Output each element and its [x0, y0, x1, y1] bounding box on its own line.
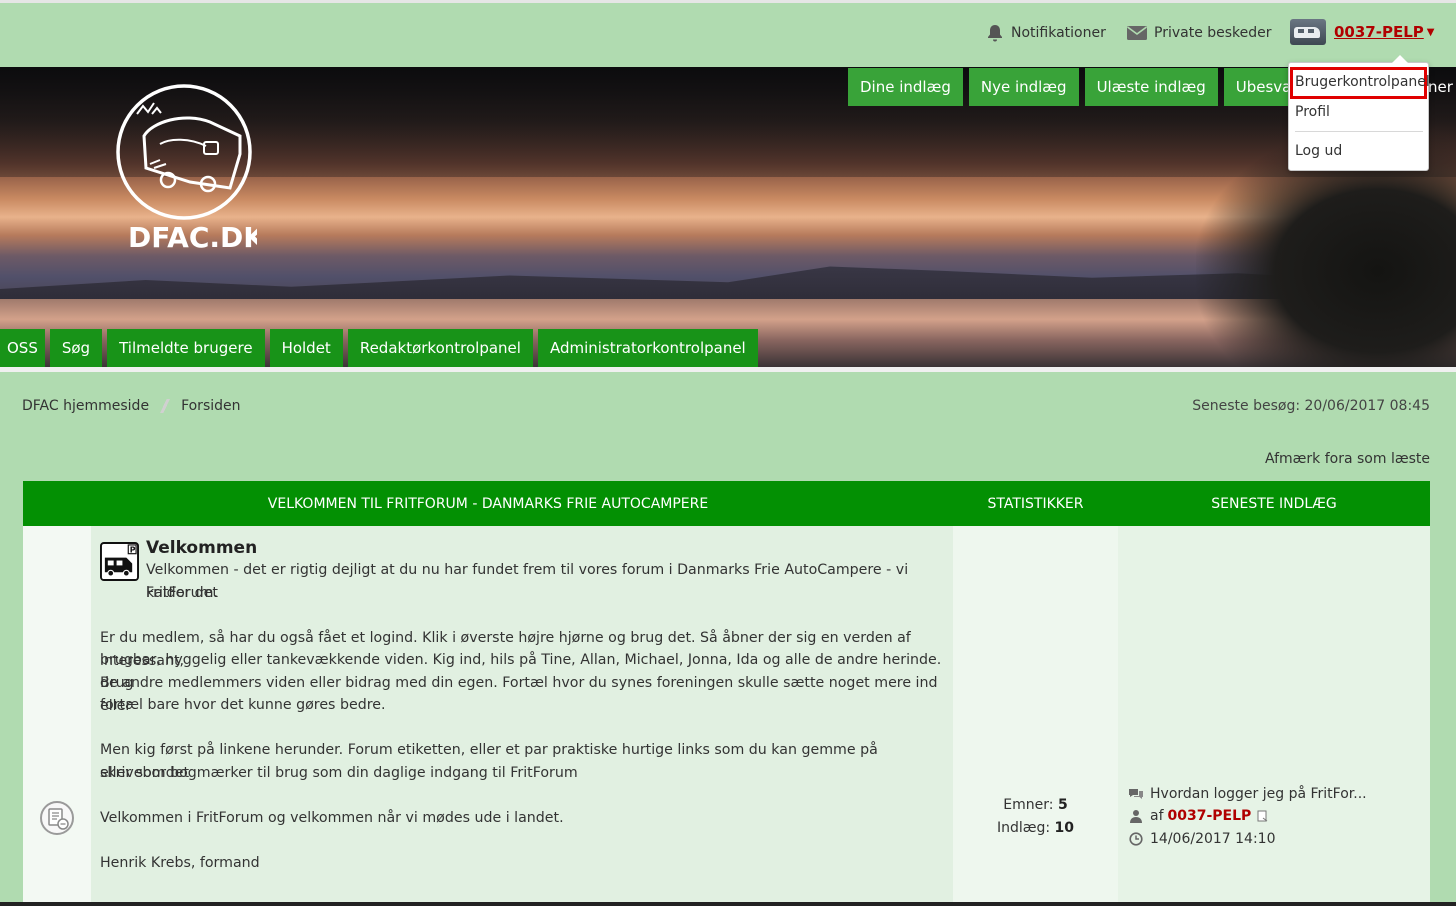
nav-members[interactable]: Tilmeldte brugere: [107, 329, 265, 367]
last-post-title-row: Hvordan logger jeg på FritFor...: [1128, 786, 1367, 802]
user-menu[interactable]: 0037-PELP ▼: [1290, 19, 1434, 45]
header-last-post: SENESTE INDLÆG: [1211, 495, 1337, 512]
chevron-down-icon[interactable]: ▼: [1427, 27, 1435, 38]
topics-count: Emner: 5: [953, 797, 1118, 813]
forum-desc-line-6: fortæl bare hvor det kunne gøres bedre.: [100, 697, 386, 713]
forum-desc-line-10: Henrik Krebs, formand: [100, 855, 260, 871]
notifications-link[interactable]: Notifikationer: [985, 21, 1106, 45]
comments-icon: [1128, 787, 1144, 801]
menu-item-user-control-panel[interactable]: Brugerkontrolpanel: [1295, 74, 1430, 90]
nav-quick-links: Dine indlæg Nye indlæg Ulæste indlæg Ube…: [848, 68, 1352, 106]
forum-status-cell: [23, 526, 91, 906]
forum-info-cell: P Velkommen Velkommen - det er rigtig de…: [91, 526, 953, 906]
site-logo[interactable]: DFAC.DK: [112, 84, 257, 249]
nav-moderator-panel[interactable]: Redaktørkontrolpanel: [347, 329, 533, 367]
menu-divider: [1295, 131, 1423, 132]
avatar: [1290, 19, 1326, 45]
nav-search[interactable]: Søg: [49, 329, 103, 367]
nav-new-posts[interactable]: Nye indlæg: [968, 68, 1079, 106]
topics-value: 5: [1057, 797, 1068, 813]
main-navigation: OSS Søg Tilmeldte brugere Holdet Redaktø…: [0, 329, 763, 367]
last-post-time: 14/06/2017 14:10: [1150, 831, 1276, 847]
divider: [0, 367, 1456, 372]
logo-text: DFAC.DK: [128, 221, 257, 249]
private-messages-label: Private beskeder: [1154, 25, 1272, 41]
notifications-label: Notifikationer: [1011, 25, 1106, 41]
last-visit-text: Seneste besøg: 20/06/2017 08:45: [1192, 398, 1430, 414]
clock-icon: [1128, 832, 1144, 846]
header-forum-category[interactable]: VELKOMMEN TIL FRITFORUM - DANMARKS FRIE …: [23, 481, 953, 526]
last-post-by: af: [1150, 808, 1164, 824]
last-post-cell: Hvordan logger jeg på FritFor... af 0037…: [1118, 526, 1430, 906]
last-post-title-link[interactable]: Hvordan logger jeg på FritFor...: [1150, 786, 1367, 802]
envelope-icon: [1127, 26, 1147, 40]
menu-item-profile[interactable]: Profil: [1295, 104, 1330, 120]
view-latest-post-icon[interactable]: [1257, 810, 1269, 822]
header-statistics: STATISTIKKER: [987, 495, 1084, 512]
nav-unread-posts[interactable]: Ulæste indlæg: [1084, 68, 1218, 106]
breadcrumb: DFAC hjemmeside Forsiden: [22, 398, 241, 414]
nav-faq[interactable]: OSS: [0, 329, 45, 367]
breadcrumb-home[interactable]: DFAC hjemmeside: [22, 398, 149, 414]
svg-text:P: P: [130, 546, 136, 555]
top-bar: Notifikationer Private beskeder 0037-PEL…: [0, 0, 1456, 62]
motorhome-icon: P: [100, 542, 139, 581]
menu-item-logout[interactable]: Log ud: [1295, 143, 1342, 159]
mark-forums-read-link[interactable]: Afmærk fora som læste: [1265, 451, 1430, 467]
forum-table-header: VELKOMMEN TIL FRITFORUM - DANMARKS FRIE …: [23, 481, 1430, 526]
forum-title-link[interactable]: Velkommen: [146, 538, 257, 558]
nav-admin-panel[interactable]: Administratorkontrolpanel: [537, 329, 758, 367]
posts-count: Indlæg: 10: [953, 820, 1118, 836]
topics-label: Emner:: [1003, 797, 1054, 813]
username[interactable]: 0037-PELP: [1334, 23, 1424, 41]
last-post-author-row: af 0037-PELP: [1128, 808, 1269, 824]
posts-value: 10: [1054, 820, 1075, 836]
posts-label: Indlæg:: [996, 820, 1051, 836]
breadcrumb-index[interactable]: Forsiden: [181, 398, 240, 414]
breadcrumb-separator: [160, 399, 171, 413]
forum-desc-line-2: FritForum.: [146, 585, 218, 601]
bottom-edge: [0, 902, 1456, 906]
forum-row: P Velkommen Velkommen - det er rigtig de…: [23, 526, 1430, 906]
forum-desc-line-9: Velkommen i FritForum og velkommen når v…: [100, 810, 564, 826]
user-icon: [1128, 809, 1144, 823]
nav-own-posts[interactable]: Dine indlæg: [848, 68, 963, 106]
bell-icon: [988, 25, 1002, 42]
last-post-author-link[interactable]: 0037-PELP: [1168, 808, 1252, 824]
private-messages-link[interactable]: Private beskeder: [1126, 21, 1272, 45]
nav-team[interactable]: Holdet: [269, 329, 343, 367]
nav-overflow-text[interactable]: ner: [1428, 78, 1453, 96]
forum-desc-line-8: eller som bogmærker til brug som din dag…: [100, 765, 578, 781]
last-post-time-row: 14/06/2017 14:10: [1128, 831, 1276, 847]
forum-read-icon: [40, 801, 74, 835]
forum-stats-cell: Emner: 5 Indlæg: 10: [953, 526, 1118, 906]
user-dropdown-menu: Brugerkontrolpanel Profil Log ud: [1288, 55, 1430, 171]
